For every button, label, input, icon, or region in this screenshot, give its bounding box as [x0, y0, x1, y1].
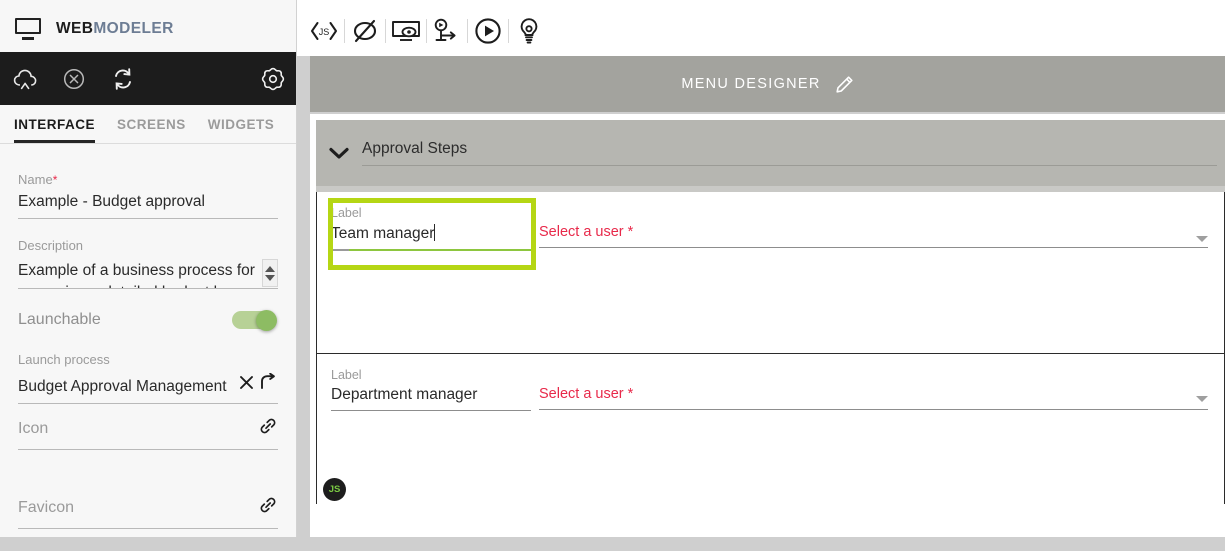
- arrow-goto-icon[interactable]: [259, 372, 278, 396]
- step-label-input[interactable]: Department manager: [331, 386, 531, 411]
- section-title-wrap: Approval Steps: [362, 140, 1225, 166]
- favicon-row: Favicon: [18, 495, 278, 529]
- name-label-text: Name: [18, 172, 53, 187]
- hidden-eye-button[interactable]: [344, 6, 385, 56]
- section-title-rule: [362, 165, 1217, 166]
- step-row: Label Department manager Select a user *: [317, 354, 1224, 411]
- name-field-label: Name*: [18, 172, 278, 187]
- main-area: JS MENU DESIGNER Approval Steps Label Te…: [297, 0, 1225, 551]
- run-button[interactable]: [467, 6, 508, 56]
- cancel-icon[interactable]: [50, 52, 98, 105]
- chevron-down-icon[interactable]: [1196, 396, 1208, 402]
- chain-link-icon[interactable]: [258, 495, 278, 520]
- select-user-dropdown[interactable]: Select a user *: [539, 386, 1208, 410]
- step-card-department-manager[interactable]: Label Department manager Select a user *: [316, 354, 1225, 504]
- cloud-upload-icon[interactable]: [2, 52, 50, 105]
- sidebar-icon-toolbar: [0, 52, 296, 105]
- section-title: Approval Steps: [362, 140, 468, 157]
- step-label-input[interactable]: Team manager: [331, 224, 531, 251]
- icon-field: Icon: [18, 416, 278, 450]
- add-step-button[interactable]: [426, 6, 467, 56]
- description-scroll-stepper[interactable]: [262, 259, 278, 287]
- name-field: Name* Example - Budget approval: [18, 172, 278, 219]
- launchable-field: Launchable: [18, 310, 278, 331]
- brand-title-part2: MODELER: [93, 20, 174, 37]
- svg-text:JS: JS: [318, 27, 329, 37]
- brand-title: WEBMODELER: [56, 20, 174, 38]
- chevron-down-icon[interactable]: [1196, 236, 1208, 242]
- launchable-label: Launchable: [18, 311, 101, 328]
- chevron-down-icon[interactable]: [316, 145, 362, 161]
- toggle-knob: [256, 310, 277, 331]
- tab-widgets[interactable]: WIDGETS: [208, 117, 275, 143]
- select-user-required-asterisk: *: [627, 224, 634, 240]
- stepper-down-icon[interactable]: [265, 274, 275, 281]
- step-user-spacer: [539, 368, 1208, 386]
- step-label-caption: Label: [331, 206, 362, 220]
- left-sidebar: WEBMODELER INTERFACE SCREENS WIDGETS Nam…: [0, 0, 297, 551]
- interface-properties-form: Name* Example - Budget approval Descript…: [0, 144, 296, 551]
- description-line-2: approving a detailed budget by: [18, 282, 256, 288]
- close-x-icon[interactable]: [238, 374, 255, 396]
- select-user-placeholder: Select a user: [539, 386, 624, 402]
- launch-process-value[interactable]: Budget Approval Management: [18, 378, 234, 396]
- icon-label: Icon: [18, 419, 49, 437]
- menu-designer-bar[interactable]: MENU DESIGNER: [310, 56, 1225, 112]
- tab-screens[interactable]: SCREENS: [117, 117, 186, 143]
- hint-lightbulb-button[interactable]: [508, 6, 549, 56]
- launch-process-label: Launch process: [18, 352, 110, 367]
- select-user-required-asterisk: *: [627, 386, 634, 402]
- description-line-1: Example of a business process for: [18, 262, 255, 279]
- stepper-up-icon[interactable]: [265, 265, 275, 272]
- js-code-button[interactable]: JS: [303, 6, 344, 56]
- step-card-team-manager[interactable]: Label Team manager Select a user *: [316, 192, 1225, 354]
- menu-designer-title: MENU DESIGNER: [681, 76, 821, 92]
- brand-title-part1: WEB: [56, 20, 94, 37]
- step-label-cell: Label Department manager: [331, 368, 531, 411]
- pencil-icon[interactable]: [835, 75, 854, 94]
- step-user-spacer: [539, 206, 1208, 224]
- js-badge[interactable]: JS: [323, 478, 346, 501]
- launch-process-row: Budget Approval Management: [18, 367, 278, 404]
- name-input[interactable]: Example - Budget approval: [18, 187, 278, 219]
- launchable-toggle[interactable]: [232, 310, 278, 331]
- step-label-cell: Label Team manager: [331, 206, 531, 251]
- section-approval-steps-header: Approval Steps: [316, 120, 1225, 186]
- bottom-strip: [0, 537, 1225, 551]
- preview-screen-button[interactable]: [385, 6, 426, 56]
- step-label-caption: Label: [331, 368, 362, 382]
- designer-page: Approval Steps Label Team manager Select…: [310, 114, 1225, 551]
- favicon-label: Favicon: [18, 498, 75, 516]
- app-window: WEBMODELER INTERFACE SCREENS WIDGETS Nam…: [0, 0, 1225, 551]
- favicon-field: Favicon: [18, 495, 278, 529]
- sync-icon[interactable]: [99, 52, 147, 105]
- icon-row: Icon: [18, 416, 278, 450]
- step-user-cell: Select a user *: [539, 368, 1208, 411]
- description-field: Description Example of a business proces…: [18, 238, 278, 289]
- select-user-dropdown[interactable]: Select a user *: [539, 224, 1208, 248]
- step-label-value: Team manager: [331, 225, 435, 242]
- text-cursor: [434, 224, 436, 241]
- chain-link-icon[interactable]: [258, 416, 278, 441]
- launch-process-field: Launch process Budget Approval Managemen…: [18, 352, 278, 404]
- design-canvas: MENU DESIGNER Approval Steps Label Team …: [297, 56, 1225, 551]
- select-user-placeholder: Select a user: [539, 224, 624, 240]
- description-textarea[interactable]: Example of a business process for approv…: [18, 253, 278, 289]
- gear-icon[interactable]: [249, 52, 297, 105]
- step-user-cell: Select a user *: [539, 206, 1208, 251]
- brand-header: WEBMODELER: [0, 6, 296, 52]
- sidebar-tabs: INTERFACE SCREENS WIDGETS: [0, 105, 296, 144]
- editor-toolbar: JS: [297, 6, 1225, 56]
- monitor-icon: [14, 17, 44, 41]
- tab-interface[interactable]: INTERFACE: [14, 117, 96, 143]
- step-row: Label Team manager Select a user *: [317, 192, 1224, 251]
- description-field-label: Description: [18, 238, 84, 253]
- name-required-asterisk: *: [52, 173, 58, 187]
